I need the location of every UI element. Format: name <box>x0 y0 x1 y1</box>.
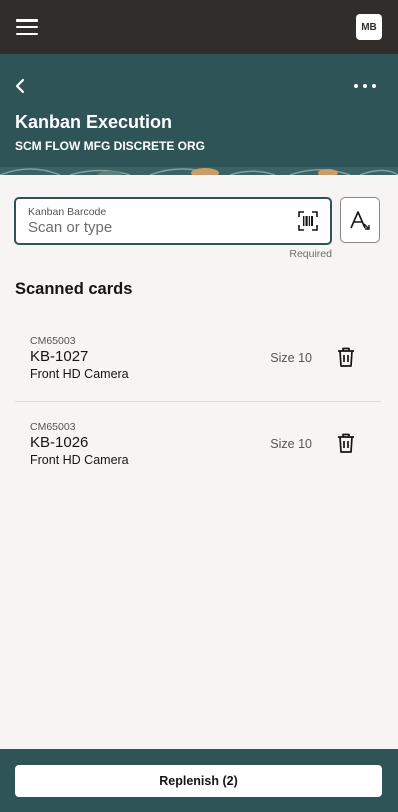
top-bar: MB <box>0 0 398 54</box>
hamburger-menu-icon[interactable] <box>16 19 38 35</box>
replenish-button[interactable]: Replenish (2) <box>15 765 382 797</box>
trash-icon[interactable] <box>335 346 357 368</box>
card-size: Size 10 <box>270 437 312 451</box>
scanned-card-item[interactable]: CM65003 KB-1027 Front HD Camera Size 10 <box>15 316 381 402</box>
kanban-card-number: KB-1026 <box>30 434 89 451</box>
barcode-scan-icon[interactable] <box>298 211 318 231</box>
trash-icon[interactable] <box>335 432 357 454</box>
back-icon[interactable] <box>12 76 28 96</box>
item-description: Front HD Camera <box>30 367 129 381</box>
required-helper-text: Required <box>289 248 332 260</box>
barcode-input-row: Kanban Barcode <box>14 197 380 245</box>
kanban-barcode-field[interactable]: Kanban Barcode <box>14 197 332 245</box>
font-size-button[interactable] <box>340 197 380 243</box>
user-avatar[interactable]: MB <box>356 14 382 40</box>
item-code: CM65003 <box>30 335 76 347</box>
card-size: Size 10 <box>270 351 312 365</box>
page-title: Kanban Execution <box>15 112 173 132</box>
kanban-barcode-label: Kanban Barcode <box>28 206 107 218</box>
item-code: CM65003 <box>30 421 76 433</box>
header-decorative-pattern <box>0 167 398 175</box>
item-description: Front HD Camera <box>30 453 129 467</box>
font-size-icon <box>350 211 370 230</box>
page-header: Kanban Execution SCM FLOW MFG DISCRETE O… <box>0 54 398 175</box>
scanned-cards-heading: Scanned cards <box>15 280 133 298</box>
more-options-icon[interactable] <box>354 78 376 94</box>
scanned-card-item[interactable]: CM65003 KB-1026 Front HD Camera Size 10 <box>15 402 381 488</box>
footer-bar: Replenish (2) <box>0 749 398 812</box>
organization-name: SCM FLOW MFG DISCRETE ORG <box>15 139 205 153</box>
kanban-barcode-input[interactable] <box>28 219 268 236</box>
kanban-card-number: KB-1027 <box>30 348 89 365</box>
